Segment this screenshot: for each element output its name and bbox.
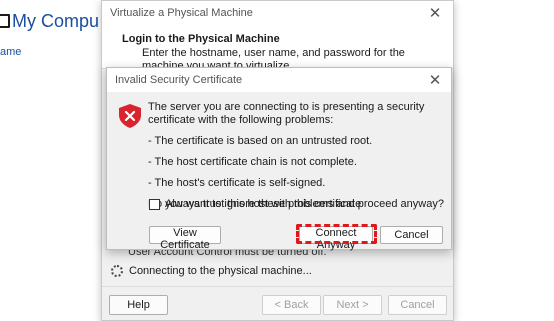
view-certificate-button[interactable]: View Certificate xyxy=(149,226,221,251)
problem-item: - The host's certificate is self-signed. xyxy=(148,177,326,189)
wizard-close-icon[interactable]: ✕ xyxy=(423,4,447,22)
trust-host-checkbox-row[interactable]: Always trust this host with this certifi… xyxy=(149,198,361,210)
security-dialog-close-icon[interactable]: ✕ xyxy=(423,71,447,89)
problem-item: - The host certificate chain is not comp… xyxy=(148,156,357,168)
wizard-header-title: Login to the Physical Machine xyxy=(122,33,280,45)
help-button[interactable]: Help xyxy=(109,295,168,315)
wizard-footer: Help < Back Next > Cancel xyxy=(102,286,453,320)
next-button[interactable]: Next > xyxy=(323,295,382,315)
connecting-status: Connecting to the physical machine... xyxy=(111,265,312,277)
trust-host-label[interactable]: Always trust this host with this certifi… xyxy=(165,198,361,210)
wizard-title: Virtualize a Physical Machine xyxy=(110,7,253,19)
wizard-header: Login to the Physical Machine Enter the … xyxy=(102,25,453,72)
uac-notice: User Account Control must be turned off. xyxy=(128,250,327,257)
connect-anyway-button[interactable]: Connect Anyway xyxy=(299,226,373,251)
wizard-cancel-button[interactable]: Cancel xyxy=(388,295,447,315)
trust-host-checkbox[interactable] xyxy=(149,198,160,210)
background-window-title: My Compu xyxy=(0,8,99,34)
wizard-titlebar: Virtualize a Physical Machine ✕ xyxy=(102,1,453,25)
security-dialog-title: Invalid Security Certificate xyxy=(115,74,243,86)
security-dialog-titlebar: Invalid Security Certificate ✕ xyxy=(107,68,451,92)
problem-item: - The certificate is based on an untrust… xyxy=(148,135,373,147)
spinner-icon xyxy=(111,265,123,277)
security-cancel-button[interactable]: Cancel xyxy=(380,226,443,244)
security-certificate-dialog: Invalid Security Certificate ✕ The serve… xyxy=(106,67,452,251)
computer-icon xyxy=(0,14,10,28)
connecting-status-text: Connecting to the physical machine... xyxy=(129,265,312,277)
background-title-text: My Compu xyxy=(12,10,100,31)
back-button[interactable]: < Back xyxy=(262,295,321,315)
shield-error-icon xyxy=(119,104,141,128)
background-column-label: ame xyxy=(0,46,22,58)
security-message: The server you are connecting to is pres… xyxy=(148,101,425,126)
